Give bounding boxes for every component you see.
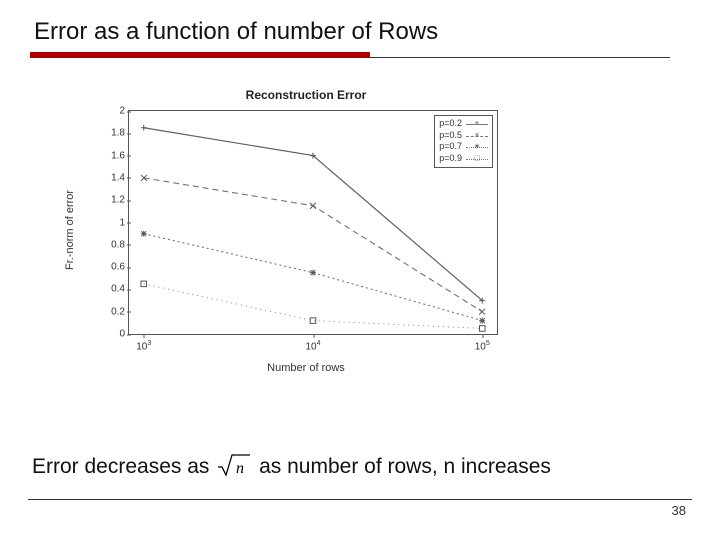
slide: Error as a function of number of Rows Re… <box>0 0 720 540</box>
legend-label: p=0.7 <box>439 141 462 153</box>
x-icon: × <box>475 130 480 140</box>
sqrt-icon: n <box>217 453 251 485</box>
square-icon: □ <box>475 153 480 163</box>
legend-entry: p=0.9 □ <box>439 153 488 165</box>
xtick: 105 <box>475 340 490 352</box>
legend-entry: p=0.7 ∗ <box>439 141 488 153</box>
chart-legend: p=0.2 + p=0.5 × p=0.7 ∗ p=0.9 □ <box>434 115 493 168</box>
chart-title: Reconstruction Error <box>86 88 526 102</box>
xtick: 103 <box>136 340 151 352</box>
legend-mark: ∗ <box>466 143 488 151</box>
ytick: 1.6 <box>95 150 125 161</box>
ytick: 0.8 <box>95 239 125 250</box>
ytick: 2 <box>95 106 125 117</box>
chart-xlabel: Number of rows <box>86 362 526 374</box>
footer-rule <box>28 499 692 500</box>
ytick: 0.2 <box>95 306 125 317</box>
ytick: 0 <box>95 329 125 340</box>
slide-title: Error as a function of number of Rows <box>28 18 692 46</box>
legend-entry: p=0.2 + <box>439 118 488 130</box>
caption: Error decreases as n as number of rows, … <box>32 453 680 485</box>
page-number: 38 <box>672 503 686 518</box>
legend-label: p=0.2 <box>439 118 462 130</box>
legend-mark: □ <box>466 155 488 163</box>
ytick: 1.8 <box>95 128 125 139</box>
caption-text-before: Error decreases as <box>32 455 215 478</box>
chart-ylabel: Fr.-norm of error <box>64 190 76 270</box>
legend-entry: p=0.5 × <box>439 130 488 142</box>
star-icon: ∗ <box>474 142 481 152</box>
legend-label: p=0.9 <box>439 153 462 165</box>
sqrt-arg: n <box>236 460 244 477</box>
ytick: 1.4 <box>95 172 125 183</box>
title-rule-thin <box>30 57 670 58</box>
caption-text-after: as number of rows, n increases <box>259 455 551 478</box>
ytick: 0.6 <box>95 262 125 273</box>
ytick: 1 <box>95 217 125 228</box>
ytick: 0.4 <box>95 284 125 295</box>
ytick: 1.2 <box>95 195 125 206</box>
chart-plot-area: 0 0.2 0.4 0.6 0.8 1 1.2 1.4 1.6 1.8 2 10… <box>128 110 498 335</box>
legend-mark: + <box>466 120 488 128</box>
chart: Reconstruction Error Fr.-norm of error N… <box>86 90 526 370</box>
plus-icon: + <box>475 118 480 128</box>
legend-mark: × <box>466 132 488 140</box>
xtick: 104 <box>305 340 320 352</box>
legend-label: p=0.5 <box>439 130 462 142</box>
